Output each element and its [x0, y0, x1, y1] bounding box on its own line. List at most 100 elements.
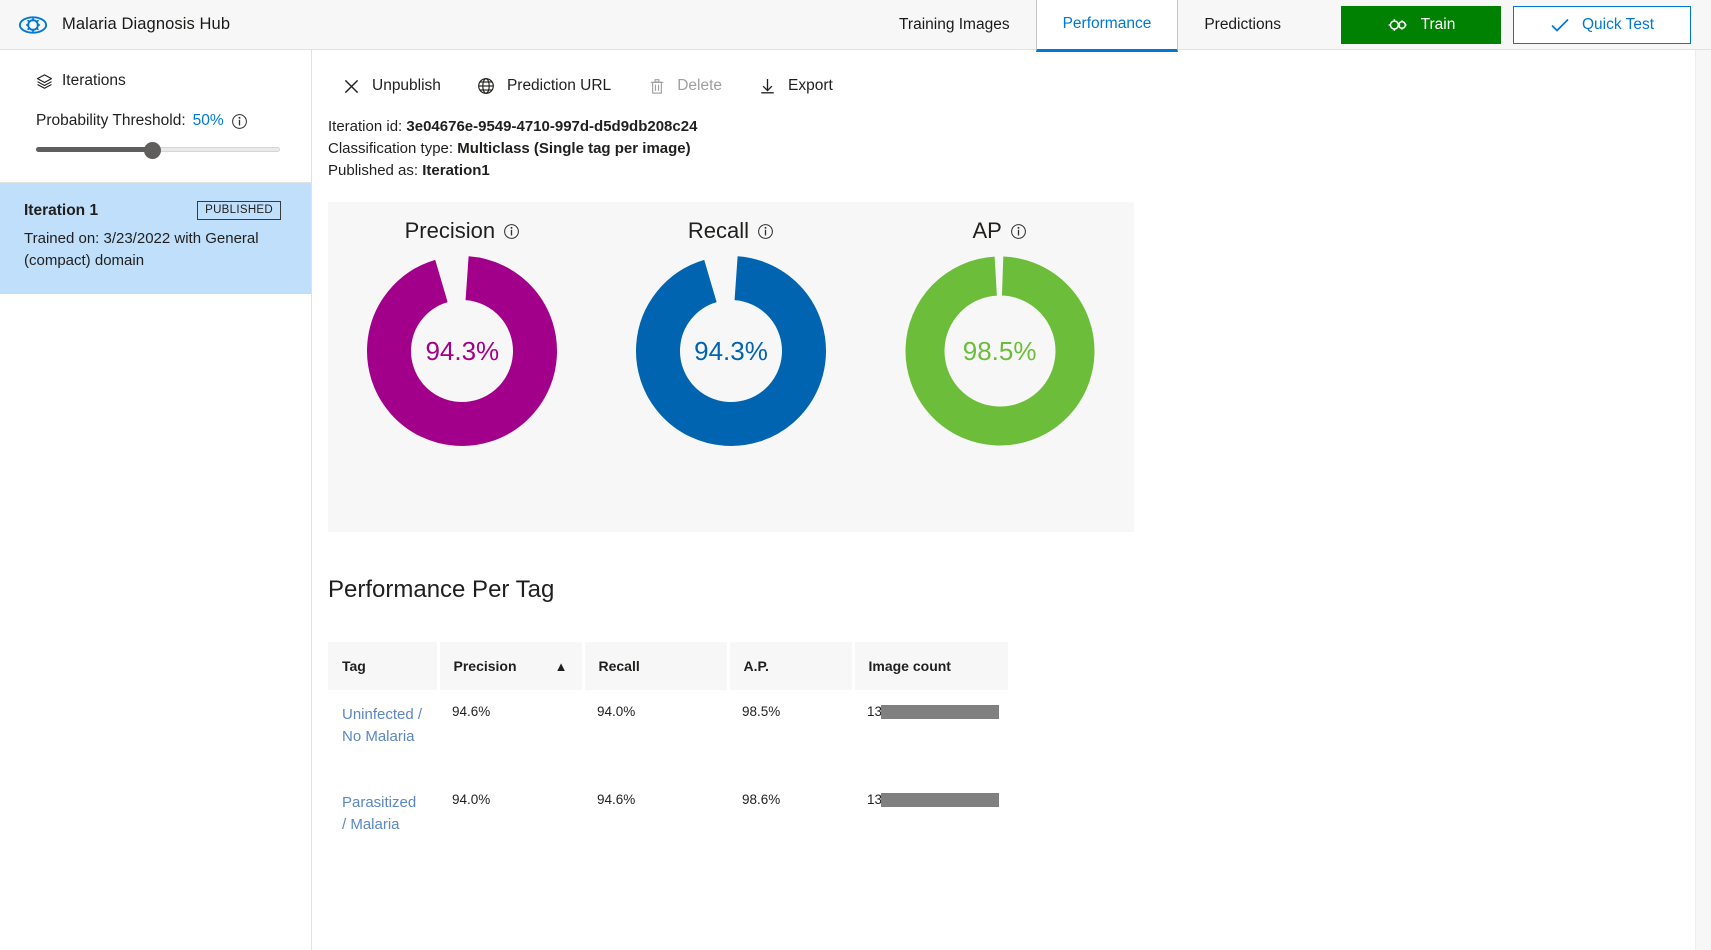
- recall-value: 94.3%: [694, 335, 768, 366]
- main-content: Unpublish Prediction URL Delete Export I…: [312, 50, 1711, 950]
- slider-thumb[interactable]: [144, 142, 161, 159]
- page-title: Performance Per Tag: [328, 576, 555, 604]
- metric-recall-label: Recall: [687, 218, 750, 244]
- metric-ap-label: AP: [972, 218, 1002, 244]
- prediction-url-label: Prediction URL: [506, 77, 612, 94]
- tag-link[interactable]: Uninfected / No Malaria: [342, 706, 422, 745]
- metric-recall: Recall 94.3%: [597, 218, 865, 448]
- export-button[interactable]: Export: [744, 71, 855, 101]
- precision-value: 94.3%: [425, 335, 500, 366]
- metric-precision-title: Precision: [405, 218, 520, 244]
- metric-precision-label: Precision: [404, 218, 496, 244]
- prediction-url-button[interactable]: Prediction URL: [463, 71, 633, 101]
- iteration-list-item[interactable]: Iteration 1 PUBLISHED Trained on: 3/23/2…: [0, 183, 311, 294]
- column-header-precision[interactable]: Precision ▲: [438, 642, 585, 691]
- layers-icon: [36, 73, 53, 89]
- column-header-tag[interactable]: Tag: [328, 642, 440, 691]
- column-header-image-count[interactable]: Image count: [853, 642, 1008, 691]
- probability-threshold-block: Probability Threshold: 50%: [0, 90, 311, 159]
- app-header: Malaria Diagnosis Hub Training Images Pe…: [0, 0, 1711, 52]
- cell-recall: 94.0%: [597, 704, 636, 720]
- info-icon[interactable]: [231, 113, 248, 130]
- table-row: Uninfected / No Malaria 94.6% 94.0% 98.5…: [328, 690, 1008, 778]
- metrics-panel: Precision 94.3% Recall 94.3% AP 98.5%: [328, 202, 1134, 533]
- column-header-precision-label: Precision: [453, 658, 517, 675]
- info-icon[interactable]: [1010, 223, 1027, 240]
- export-label: Export: [788, 77, 833, 94]
- check-icon: [1551, 18, 1569, 32]
- cell-precision: 94.0%: [452, 792, 491, 808]
- cell-image-count: 13779: [853, 690, 1008, 778]
- published-as-label: Published as:: [328, 162, 419, 180]
- probability-threshold-slider[interactable]: [36, 142, 280, 159]
- chevron-up-icon: ▲: [554, 658, 568, 674]
- recall-donut: 94.3%: [634, 254, 828, 448]
- cell-ap: 98.5%: [742, 704, 781, 720]
- command-bar: Unpublish Prediction URL Delete Export: [312, 50, 1711, 108]
- iteration-id-label: Iteration id:: [328, 118, 403, 135]
- tab-predictions[interactable]: Predictions: [1178, 0, 1307, 50]
- app-title: Malaria Diagnosis Hub: [62, 15, 231, 33]
- delete-label: Delete: [677, 77, 722, 94]
- trash-icon: [647, 78, 666, 95]
- eye-gear-icon: [18, 15, 48, 34]
- quick-test-button[interactable]: Quick Test: [1513, 5, 1691, 44]
- column-header-recall[interactable]: Recall: [583, 642, 730, 691]
- top-navigation: Training Images Performance Predictions: [873, 0, 1307, 52]
- tab-training-images[interactable]: Training Images: [873, 0, 1036, 50]
- metric-precision: Precision 94.3%: [328, 218, 596, 448]
- train-button-label: Train: [1420, 15, 1456, 33]
- redaction-bar: [881, 705, 999, 720]
- probability-threshold-label: Probability Threshold: 50%: [36, 112, 277, 130]
- ap-value: 98.5%: [962, 335, 1037, 366]
- download-icon: [758, 77, 777, 95]
- vertical-scrollbar[interactable]: [1695, 50, 1711, 950]
- iteration-id-line: Iteration id: 3e04676e-9549-4710-997d-d5…: [328, 116, 1711, 138]
- status-badge: PUBLISHED: [197, 201, 281, 220]
- gears-icon: [1388, 18, 1407, 31]
- classification-type-value: Multiclass (Single tag per image): [457, 140, 691, 158]
- column-header-ap[interactable]: A.P.: [728, 642, 855, 691]
- sidebar-header-label: Iterations: [62, 72, 126, 89]
- classification-type-label: Classification type:: [328, 140, 454, 158]
- train-button[interactable]: Train: [1341, 5, 1501, 44]
- tag-link[interactable]: Parasitized / Malaria: [342, 794, 416, 833]
- performance-per-tag-table: Tag Precision ▲ Recall A.P. Image count …: [328, 642, 1008, 866]
- info-icon[interactable]: [503, 223, 520, 240]
- cell-recall: 94.6%: [597, 792, 636, 808]
- published-as-value: Iteration1: [422, 162, 490, 180]
- unpublish-label: Unpublish: [372, 77, 441, 94]
- tab-performance[interactable]: Performance: [1035, 0, 1179, 52]
- slider-fill: [36, 147, 158, 152]
- sidebar-header: Iterations: [0, 50, 311, 90]
- iteration-id-value: 3e04676e-9549-4710-997d-d5d9db208c24: [406, 118, 698, 135]
- iteration-name: Iteration 1: [24, 201, 99, 219]
- metric-ap: AP 98.5%: [866, 218, 1134, 448]
- classification-type-line: Classification type: Multiclass (Single …: [328, 138, 1711, 160]
- delete-button: Delete: [633, 71, 744, 101]
- quick-test-button-label: Quick Test: [1581, 15, 1655, 33]
- cell-tag: Uninfected / No Malaria: [328, 690, 438, 778]
- ap-donut: 98.5%: [903, 254, 1097, 448]
- cell-precision: 94.6%: [452, 704, 491, 720]
- unpublish-button[interactable]: Unpublish: [328, 71, 463, 101]
- iteration-metadata: Iteration id: 3e04676e-9549-4710-997d-d5…: [312, 108, 1711, 182]
- published-as-line: Published as: Iteration1: [328, 160, 1711, 182]
- header-actions: Train Quick Test: [1307, 5, 1711, 44]
- metric-recall-title: Recall: [688, 218, 774, 244]
- column-header-image-count-label: Image count: [868, 658, 951, 675]
- threshold-value: 50%: [192, 112, 224, 129]
- table-row: Parasitized / Malaria 94.0% 94.6% 98.6% …: [328, 778, 1008, 866]
- info-icon[interactable]: [757, 223, 774, 240]
- redaction-bar: [881, 793, 999, 808]
- column-header-tag-label: Tag: [342, 658, 366, 675]
- metric-ap-title: AP: [972, 218, 1026, 244]
- globe-icon: [477, 77, 496, 95]
- table-header-row: Tag Precision ▲ Recall A.P. Image count: [328, 642, 1008, 691]
- iteration-subtitle: Trained on: 3/23/2022 with General (comp…: [24, 230, 259, 269]
- threshold-label-text: Probability Threshold:: [36, 112, 186, 129]
- sidebar: Iterations Probability Threshold: 50% It…: [0, 50, 312, 950]
- cell-ap: 98.6%: [742, 792, 781, 808]
- brand[interactable]: Malaria Diagnosis Hub: [0, 10, 312, 40]
- iteration-header-row: Iteration 1 PUBLISHED: [24, 201, 281, 220]
